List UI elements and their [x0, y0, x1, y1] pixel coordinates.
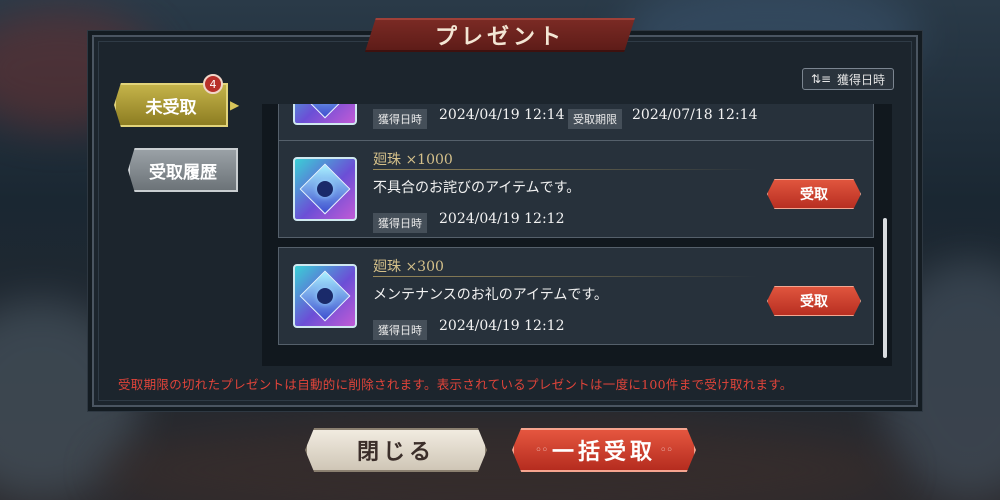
acquired-label: 獲得日時	[373, 320, 427, 340]
dialog-title: プレゼント	[434, 24, 565, 50]
divider	[373, 169, 757, 170]
acquired-label: 獲得日時	[373, 213, 427, 233]
tab-history[interactable]: 受取履歴	[128, 148, 238, 192]
receive-button[interactable]: 受取	[767, 179, 861, 209]
item-description: 不具合のお詫びのアイテムです。	[373, 180, 581, 196]
limit-label: 受取期限	[568, 109, 622, 129]
limit-date: 2024/07/18 12:14	[632, 107, 758, 123]
title-banner: プレゼント	[365, 18, 635, 52]
list-scrollbar[interactable]	[883, 218, 887, 358]
divider	[373, 276, 757, 277]
unreceived-count-badge: 4	[203, 74, 223, 94]
tab-selected-arrow-icon: ▶	[230, 98, 240, 112]
item-icon	[293, 104, 357, 125]
ornament-icon: ◦◦	[660, 444, 673, 456]
claim-all-label: 一括受取	[551, 439, 656, 465]
present-list[interactable]: 獲得日時 2024/04/19 12:14 受取期限 2024/07/18 12…	[262, 104, 892, 366]
ornament-icon: ◦◦	[535, 444, 548, 456]
receive-button[interactable]: 受取	[767, 286, 861, 316]
list-item: 廻珠 ×1000 不具合のお詫びのアイテムです。 獲得日時 2024/04/19…	[278, 140, 874, 238]
sort-icon: ⇅≡	[810, 72, 832, 86]
list-item: 廻珠 ×300 メンテナンスのお礼のアイテムです。 獲得日時 2024/04/1…	[278, 247, 874, 345]
item-description: メンテナンスのお礼のアイテムです。	[373, 287, 608, 303]
tab-history-label: 受取履歴	[149, 162, 217, 183]
sort-button[interactable]: ⇅≡ 獲得日時	[802, 68, 894, 90]
claim-all-button[interactable]: ◦◦ 一括受取 ◦◦	[512, 428, 696, 472]
acquired-date: 2024/04/19 12:12	[439, 318, 565, 334]
item-name: 廻珠 ×1000	[373, 152, 453, 168]
acquired-date: 2024/04/19 12:14	[439, 107, 565, 123]
item-icon	[293, 157, 357, 221]
item-icon	[293, 264, 357, 328]
tab-unreceived-label: 未受取	[145, 97, 197, 118]
notice-text: 受取期限の切れたプレゼントは自動的に削除されます。表示されているプレゼントは一度…	[118, 377, 793, 392]
item-name: 廻珠 ×300	[373, 259, 444, 275]
acquired-date: 2024/04/19 12:12	[439, 211, 565, 227]
list-item: 獲得日時 2024/04/19 12:14 受取期限 2024/07/18 12…	[278, 104, 874, 142]
sort-label: 獲得日時	[837, 72, 886, 87]
acquired-label: 獲得日時	[373, 109, 427, 129]
close-button-label: 閉じる	[356, 439, 435, 465]
close-button[interactable]: 閉じる	[305, 428, 487, 472]
